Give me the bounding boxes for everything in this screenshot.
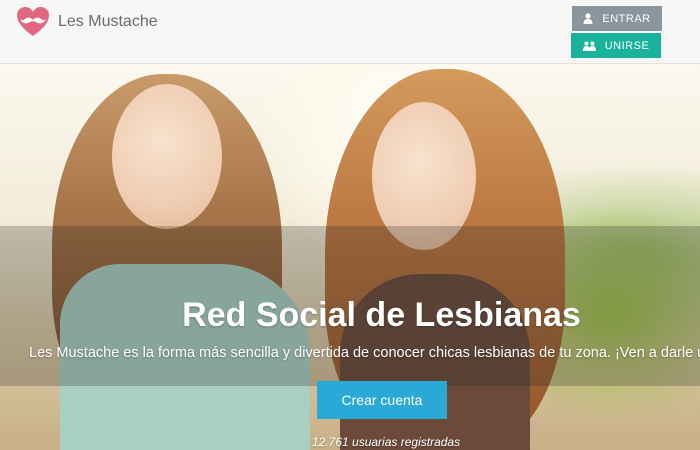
- join-button[interactable]: UNIRSE: [571, 33, 661, 58]
- site-logo[interactable]: Les Mustache: [16, 6, 158, 38]
- user-icon: [583, 13, 593, 24]
- join-button-label: UNIRSE: [604, 39, 650, 52]
- site-header: Les Mustache ENTRAR UNIRSE: [0, 0, 700, 64]
- hero-title: Red Social de Lesbianas: [182, 296, 581, 334]
- heart-mustache-icon: [17, 7, 49, 36]
- create-account-button[interactable]: Crear cuenta: [317, 381, 447, 419]
- login-button-label: ENTRAR: [602, 12, 651, 25]
- logo-text: Les Mustache: [58, 13, 158, 30]
- hero-photo-face-left: [112, 84, 222, 229]
- users-icon: [582, 41, 596, 51]
- hero-subtitle: Les Mustache es la forma más sencilla y …: [29, 345, 700, 361]
- registered-users-count: 12.761 usuarias registradas: [312, 435, 461, 449]
- login-button[interactable]: ENTRAR: [572, 6, 662, 31]
